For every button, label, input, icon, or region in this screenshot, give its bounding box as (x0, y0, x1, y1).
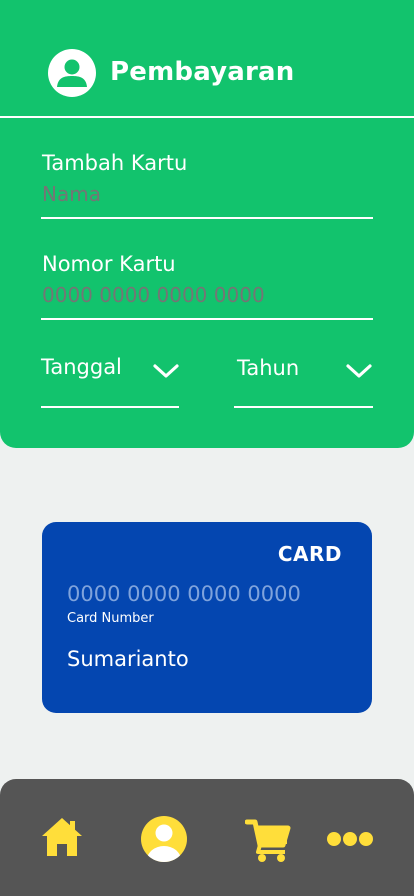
chevron-down-icon (345, 362, 373, 380)
add-card-label: Tambah Kartu (42, 151, 188, 175)
more-icon[interactable] (326, 830, 374, 848)
page-title: Pembayaran (110, 57, 295, 87)
card-number-label: Nomor Kartu (42, 252, 176, 276)
header: Pembayaran (0, 0, 414, 118)
card-holder-name: Sumarianto (67, 647, 189, 671)
card-brand: CARD (277, 542, 342, 566)
payment-form-panel: Pembayaran Tambah Kartu Nomor Kartu Tang… (0, 0, 414, 448)
home-icon[interactable] (40, 815, 84, 859)
cart-icon[interactable] (245, 817, 291, 863)
bottom-nav (0, 779, 414, 896)
payment-screen: Pembayaran Tambah Kartu Nomor Kartu Tang… (0, 0, 414, 896)
header-divider (0, 116, 414, 118)
year-select-label: Tahun (237, 356, 300, 380)
card-preview: CARD 0000 0000 0000 0000 Card Number Sum… (42, 522, 372, 713)
chevron-down-icon (152, 362, 180, 380)
name-input[interactable] (42, 180, 372, 208)
user-icon[interactable] (48, 49, 96, 97)
card-number: 0000 0000 0000 0000 (67, 582, 301, 606)
card-number-caption: Card Number (67, 611, 154, 626)
year-underline (234, 406, 373, 408)
name-underline (41, 217, 373, 219)
date-select-label: Tanggal (41, 355, 122, 379)
card-number-underline (41, 318, 373, 320)
date-underline (41, 406, 179, 408)
profile-icon[interactable] (141, 816, 187, 862)
card-number-input[interactable] (42, 281, 372, 309)
